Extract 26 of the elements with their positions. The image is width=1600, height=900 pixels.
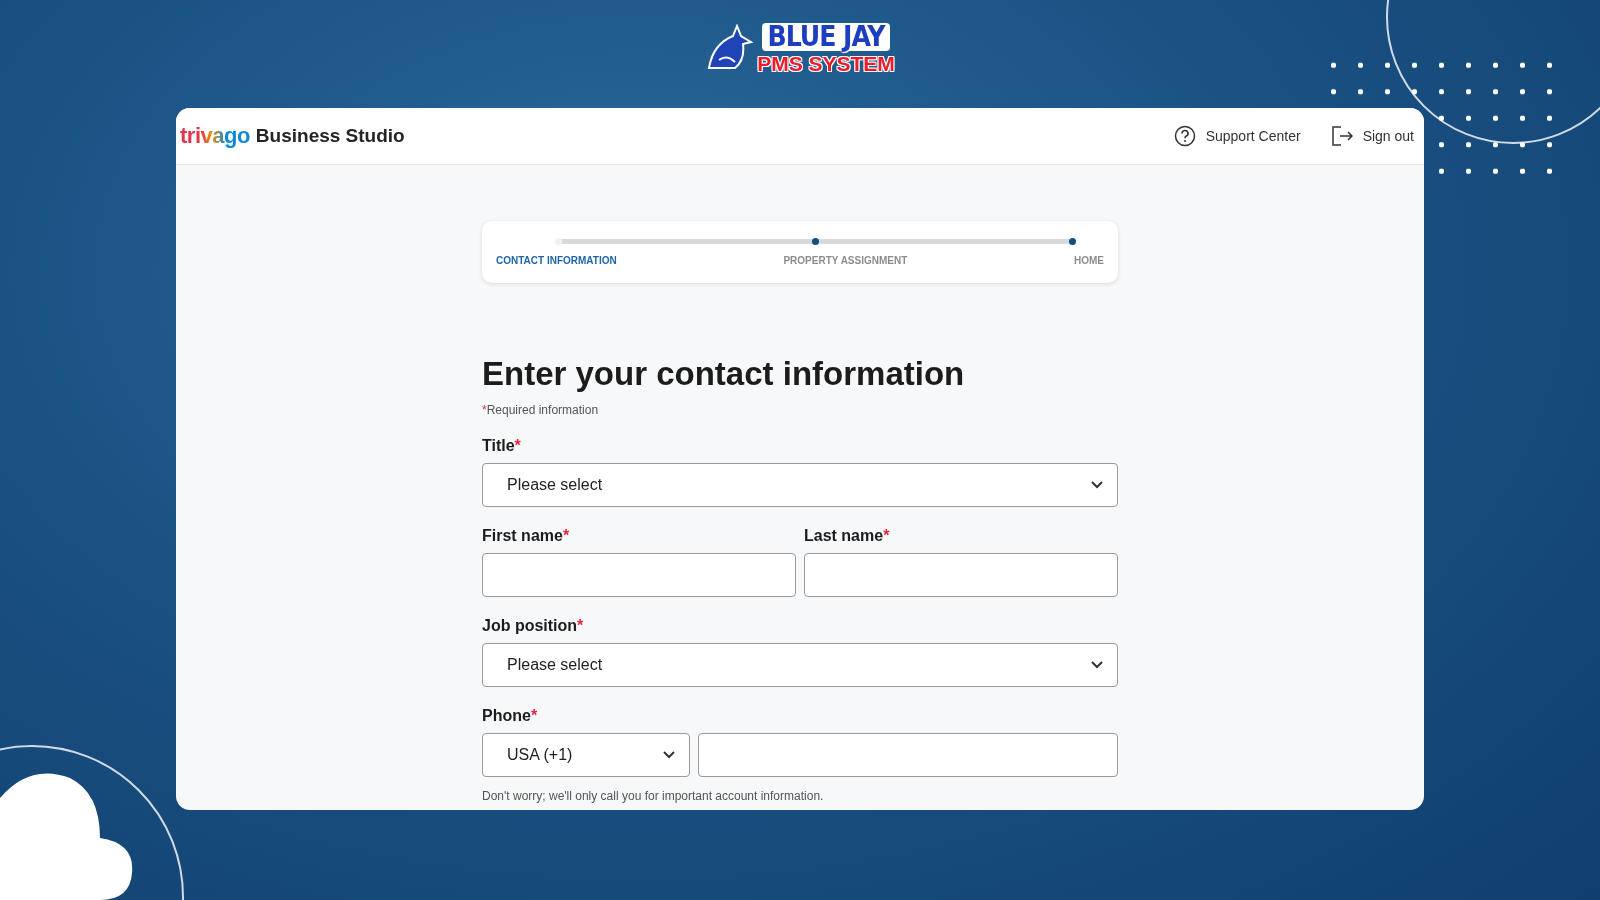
chevron-down-icon (1091, 661, 1103, 669)
field-label: First name* (482, 527, 571, 545)
select-field[interactable]: Please select (482, 463, 1118, 507)
phone-input[interactable] (698, 733, 1118, 777)
field-label: Job position* (482, 617, 585, 635)
step-label[interactable]: CONTACT INFORMATION (496, 255, 617, 266)
input-field[interactable] (482, 553, 796, 597)
chevron-down-icon (663, 751, 675, 759)
input-field[interactable] (804, 553, 1118, 597)
field-hint: Don't worry; we'll only call you for important account information. (482, 789, 825, 803)
logo-subtitle: PMS SYSTEM (757, 52, 895, 74)
support-link[interactable]: Support Center (1173, 125, 1301, 147)
logo-text: BLUE JAY (762, 22, 890, 51)
field-label: Title* (482, 437, 522, 455)
sign-out-icon (1330, 126, 1353, 146)
select-field[interactable]: Please select (482, 643, 1118, 687)
sign-out-link[interactable]: Sign out (1330, 126, 1414, 146)
help-icon (1173, 125, 1196, 147)
required-note: *Required information (482, 403, 600, 417)
country-code-select[interactable]: USA (+1) (482, 733, 690, 777)
page-heading: Enter your contact information (482, 355, 966, 393)
bird-icon (705, 24, 756, 72)
brand-name: Business Studio (255, 125, 405, 147)
chevron-down-icon (1091, 481, 1103, 489)
field-label: Phone* (482, 707, 539, 725)
field-label: Last name* (804, 527, 891, 545)
